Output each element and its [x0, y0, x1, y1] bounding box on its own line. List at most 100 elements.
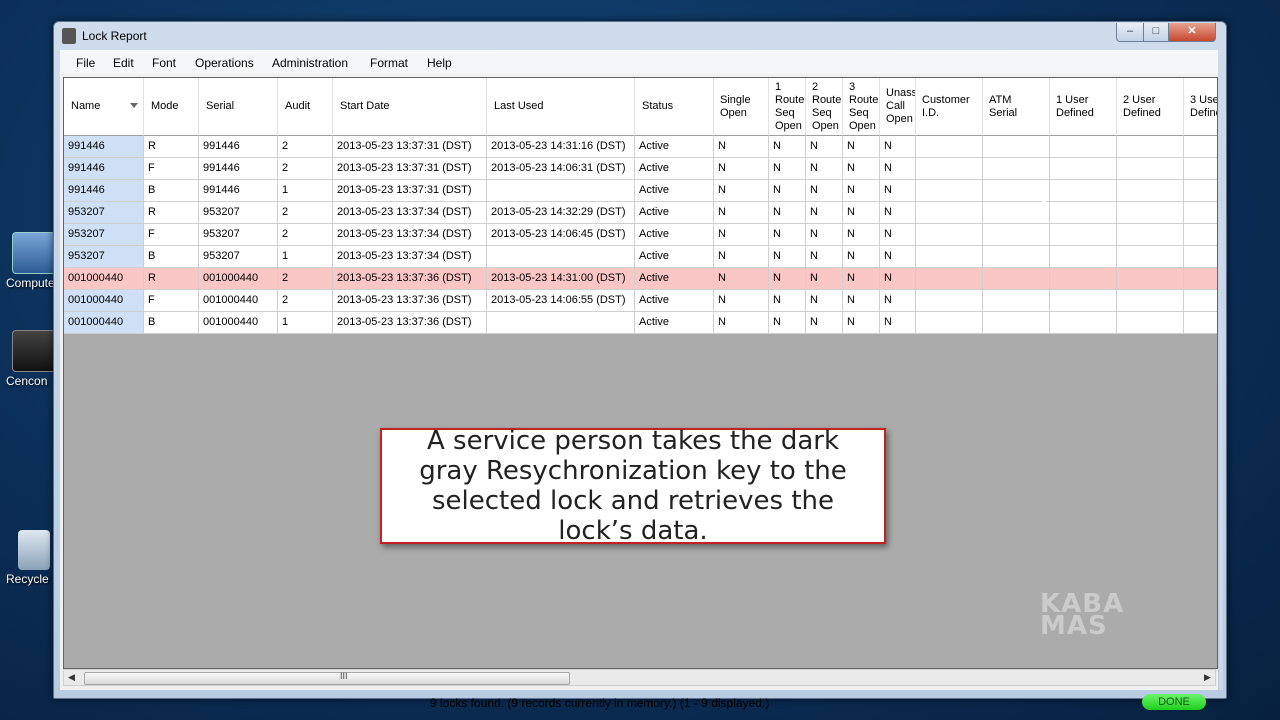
table-cell[interactable]: 991446	[199, 180, 278, 202]
table-cell[interactable]: N	[843, 268, 880, 290]
menu-help[interactable]: Help	[427, 56, 452, 70]
table-cell[interactable]: N	[880, 202, 916, 224]
column-header[interactable]: Unass Call Open	[880, 78, 916, 136]
table-cell[interactable]	[916, 312, 983, 334]
table-cell[interactable]: 953207	[64, 224, 144, 246]
table-cell[interactable]: 1	[278, 180, 333, 202]
table-cell[interactable]: N	[843, 180, 880, 202]
table-cell[interactable]	[1117, 202, 1184, 224]
table-cell[interactable]	[1184, 136, 1217, 158]
table-cell[interactable]: 2	[278, 202, 333, 224]
minimize-button[interactable]: –	[1116, 23, 1144, 42]
table-cell[interactable]	[487, 180, 635, 202]
table-cell[interactable]: N	[714, 268, 769, 290]
table-cell[interactable]: N	[880, 290, 916, 312]
table-cell[interactable]: N	[769, 268, 806, 290]
table-cell[interactable]: 2	[278, 158, 333, 180]
column-header[interactable]: ATM Serial	[983, 78, 1050, 136]
table-cell[interactable]: 1	[278, 312, 333, 334]
table-cell[interactable]: N	[769, 312, 806, 334]
table-cell[interactable]	[1050, 246, 1117, 268]
table-cell[interactable]: 001000440	[199, 268, 278, 290]
table-cell[interactable]: 2013-05-23 13:37:36 (DST)	[333, 312, 487, 334]
table-cell[interactable]	[1050, 290, 1117, 312]
table-cell[interactable]: 001000440	[199, 312, 278, 334]
table-cell[interactable]: 001000440	[64, 290, 144, 312]
table-cell[interactable]: 2	[278, 290, 333, 312]
table-cell[interactable]: 953207	[199, 224, 278, 246]
table-cell[interactable]	[916, 224, 983, 246]
table-cell[interactable]: N	[769, 202, 806, 224]
table-cell[interactable]: N	[843, 202, 880, 224]
table-cell[interactable]	[1117, 268, 1184, 290]
table-cell[interactable]: N	[843, 312, 880, 334]
table-cell[interactable]: N	[806, 136, 843, 158]
table-cell[interactable]: N	[880, 158, 916, 180]
table-cell[interactable]	[1050, 268, 1117, 290]
table-cell[interactable]	[1050, 180, 1117, 202]
menu-edit[interactable]: Edit	[113, 56, 134, 70]
table-cell[interactable]: F	[144, 290, 199, 312]
table-cell[interactable]: Active	[635, 136, 714, 158]
table-cell[interactable]: 2013-05-23 14:06:45 (DST)	[487, 224, 635, 246]
table-cell[interactable]: N	[806, 202, 843, 224]
scroll-thumb[interactable]: III	[84, 671, 570, 685]
table-cell[interactable]	[983, 202, 1050, 224]
table-cell[interactable]	[1184, 246, 1217, 268]
table-cell[interactable]: F	[144, 224, 199, 246]
column-header[interactable]: Start Date	[333, 78, 487, 136]
table-cell[interactable]: N	[714, 180, 769, 202]
table-cell[interactable]: F	[144, 158, 199, 180]
table-cell[interactable]: N	[843, 290, 880, 312]
table-cell[interactable]: B	[144, 312, 199, 334]
table-cell[interactable]: 2013-05-23 13:37:31 (DST)	[333, 136, 487, 158]
column-header[interactable]: 2 Route Seq Open	[806, 78, 843, 136]
column-header[interactable]: Status	[635, 78, 714, 136]
table-cell[interactable]	[1050, 136, 1117, 158]
table-cell[interactable]: N	[880, 312, 916, 334]
table-cell[interactable]: 001000440	[199, 290, 278, 312]
table-cell[interactable]: 001000440	[64, 268, 144, 290]
column-header[interactable]: 3 User Defined	[1184, 78, 1217, 136]
table-cell[interactable]: N	[714, 312, 769, 334]
table-cell[interactable]: Active	[635, 268, 714, 290]
table-cell[interactable]: 2013-05-23 13:37:36 (DST)	[333, 268, 487, 290]
table-cell[interactable]: N	[843, 224, 880, 246]
table-cell[interactable]: 2013-05-23 14:31:16 (DST)	[487, 136, 635, 158]
table-cell[interactable]: R	[144, 268, 199, 290]
menu-font[interactable]: Font	[152, 56, 176, 70]
scroll-right-icon[interactable]: ▶	[1204, 672, 1211, 683]
column-header[interactable]: Last Used	[487, 78, 635, 136]
table-cell[interactable]: N	[880, 136, 916, 158]
table-cell[interactable]: N	[769, 180, 806, 202]
table-cell[interactable]	[916, 268, 983, 290]
table-cell[interactable]	[983, 136, 1050, 158]
table-cell[interactable]	[1117, 180, 1184, 202]
table-cell[interactable]: Active	[635, 312, 714, 334]
table-cell[interactable]	[1117, 158, 1184, 180]
table-cell[interactable]: 1	[278, 246, 333, 268]
column-header[interactable]: 2 User Defined	[1117, 78, 1184, 136]
table-cell[interactable]: 953207	[64, 202, 144, 224]
table-cell[interactable]: N	[769, 246, 806, 268]
table-cell[interactable]: N	[714, 224, 769, 246]
table-cell[interactable]: N	[806, 246, 843, 268]
table-cell[interactable]	[916, 136, 983, 158]
table-cell[interactable]	[487, 246, 635, 268]
table-cell[interactable]: N	[769, 136, 806, 158]
table-cell[interactable]	[487, 312, 635, 334]
table-cell[interactable]: 953207	[199, 246, 278, 268]
table-cell[interactable]: Active	[635, 290, 714, 312]
table-cell[interactable]: 2013-05-23 13:37:34 (DST)	[333, 224, 487, 246]
column-header[interactable]: 1 User Defined	[1050, 78, 1117, 136]
table-cell[interactable]	[1184, 312, 1217, 334]
table-cell[interactable]: B	[144, 180, 199, 202]
table-cell[interactable]: 991446	[199, 158, 278, 180]
table-cell[interactable]: N	[843, 158, 880, 180]
table-cell[interactable]: Active	[635, 158, 714, 180]
table-cell[interactable]: 2013-05-23 13:37:36 (DST)	[333, 290, 487, 312]
table-cell[interactable]	[1050, 312, 1117, 334]
table-cell[interactable]: 2013-05-23 14:32:29 (DST)	[487, 202, 635, 224]
table-cell[interactable]	[1117, 136, 1184, 158]
table-cell[interactable]: 2013-05-23 14:06:31 (DST)	[487, 158, 635, 180]
